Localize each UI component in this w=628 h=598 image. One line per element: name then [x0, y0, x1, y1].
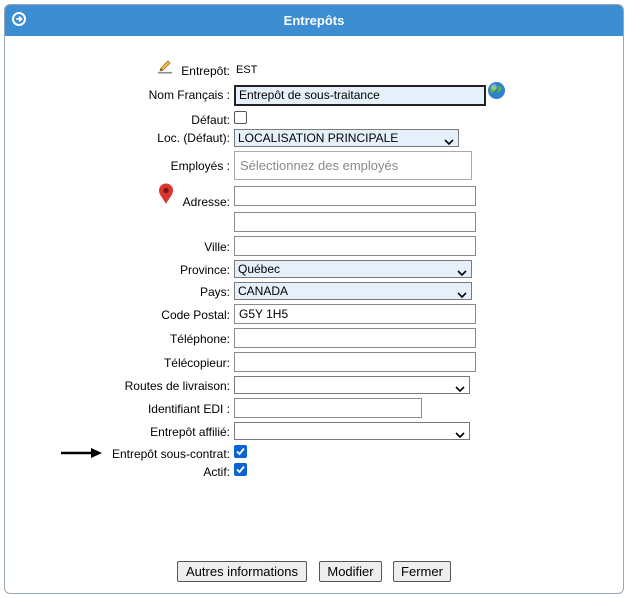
entrepot-sous-contrat-checkbox[interactable] — [234, 445, 247, 458]
row-localisation: Loc. (Défaut): LOCALISATION PRINCIPALE — [0, 129, 628, 151]
telecopieur-input[interactable] — [234, 352, 476, 372]
entrepot-code: EST — [236, 64, 258, 76]
row-identifiant-edi: Identifiant EDI : — [0, 398, 628, 420]
localisation-label: Loc. (Défaut): — [157, 131, 230, 145]
row-adresse: Adresse: — [0, 183, 628, 209]
autres-informations-button[interactable]: Autres informations — [177, 561, 307, 582]
localisation-value: LOCALISATION PRINCIPALE — [238, 131, 399, 145]
chevron-down-icon — [455, 427, 465, 443]
row-routes-livraison: Routes de livraison: — [0, 376, 628, 398]
row-telephone: Téléphone: — [0, 328, 628, 350]
employes-label: Employés : — [170, 159, 230, 173]
row-code-postal: Code Postal: G5Y 1H5 — [0, 304, 628, 326]
code-postal-label: Code Postal: — [161, 308, 230, 322]
entrepot-label: Entrepôt: — [181, 64, 230, 78]
entrepot-affilie-select[interactable] — [234, 422, 470, 440]
chevron-down-icon — [457, 287, 467, 303]
identifiant-edi-input[interactable] — [234, 398, 422, 418]
entrepot-sous-contrat-label: Entrepôt sous-contrat: — [111, 447, 230, 461]
pays-select[interactable]: CANADA — [234, 282, 472, 300]
telephone-label: Téléphone: — [169, 332, 230, 346]
pays-label: Pays: — [199, 285, 230, 299]
row-actif: Actif: — [0, 463, 628, 485]
chevron-down-icon — [457, 265, 467, 281]
edit-pencil-icon[interactable] — [157, 59, 173, 78]
titlebar: Entrepôts — [5, 5, 623, 36]
nom-francais-label: Nom Français : — [148, 88, 230, 102]
row-telecopieur: Télécopieur: — [0, 352, 628, 374]
row-adresse-2 — [0, 212, 628, 234]
adresse-line2-input[interactable] — [234, 212, 476, 232]
row-entrepot-affilie: Entrepôt affilié: — [0, 422, 628, 444]
adresse-label: Adresse: — [182, 195, 230, 209]
chevron-down-icon — [444, 134, 454, 150]
ville-input[interactable] — [234, 236, 476, 256]
modifier-button[interactable]: Modifier — [319, 561, 382, 582]
globe-icon[interactable] — [487, 81, 506, 103]
province-label: Province: — [179, 263, 230, 277]
defaut-checkbox[interactable] — [234, 111, 247, 124]
actif-label: Actif: — [203, 465, 230, 479]
fermer-button[interactable]: Fermer — [393, 561, 451, 582]
row-pays: Pays: CANADA — [0, 282, 628, 304]
pointer-arrow-icon — [61, 447, 103, 462]
nom-francais-input[interactable]: Entrepôt de sous-traitance — [234, 85, 486, 106]
entrepot-affilie-label: Entrepôt affilié: — [150, 425, 230, 439]
routes-livraison-label: Routes de livraison: — [124, 379, 230, 393]
telephone-input[interactable] — [234, 328, 476, 348]
row-ville: Ville: — [0, 236, 628, 258]
row-entrepot: Entrepôt: EST — [0, 59, 628, 83]
employes-multiselect[interactable]: Sélectionnez des employés — [234, 151, 472, 180]
map-pin-icon — [158, 183, 174, 208]
pays-value: CANADA — [238, 284, 289, 298]
code-postal-input[interactable]: G5Y 1H5 — [234, 304, 476, 324]
province-select[interactable]: Québec — [234, 260, 472, 278]
row-employes: Employés : Sélectionnez des employés — [0, 151, 628, 180]
row-nom-francais: Nom Français : Entrepôt de sous-traitanc… — [0, 82, 628, 107]
province-value: Québec — [238, 262, 281, 276]
routes-livraison-select[interactable] — [234, 376, 470, 394]
localisation-select[interactable]: LOCALISATION PRINCIPALE — [234, 129, 459, 147]
row-province: Province: Québec — [0, 260, 628, 282]
defaut-label: Défaut: — [191, 113, 230, 127]
identifiant-edi-label: Identifiant EDI : — [147, 402, 230, 416]
actif-checkbox[interactable] — [234, 463, 247, 476]
arrow-right-circle-icon[interactable] — [12, 12, 26, 26]
ville-label: Ville: — [204, 240, 230, 254]
chevron-down-icon — [455, 381, 465, 397]
telecopieur-label: Télécopieur: — [163, 356, 230, 370]
adresse-line1-input[interactable] — [234, 186, 476, 206]
window-title: Entrepôts — [283, 13, 345, 28]
